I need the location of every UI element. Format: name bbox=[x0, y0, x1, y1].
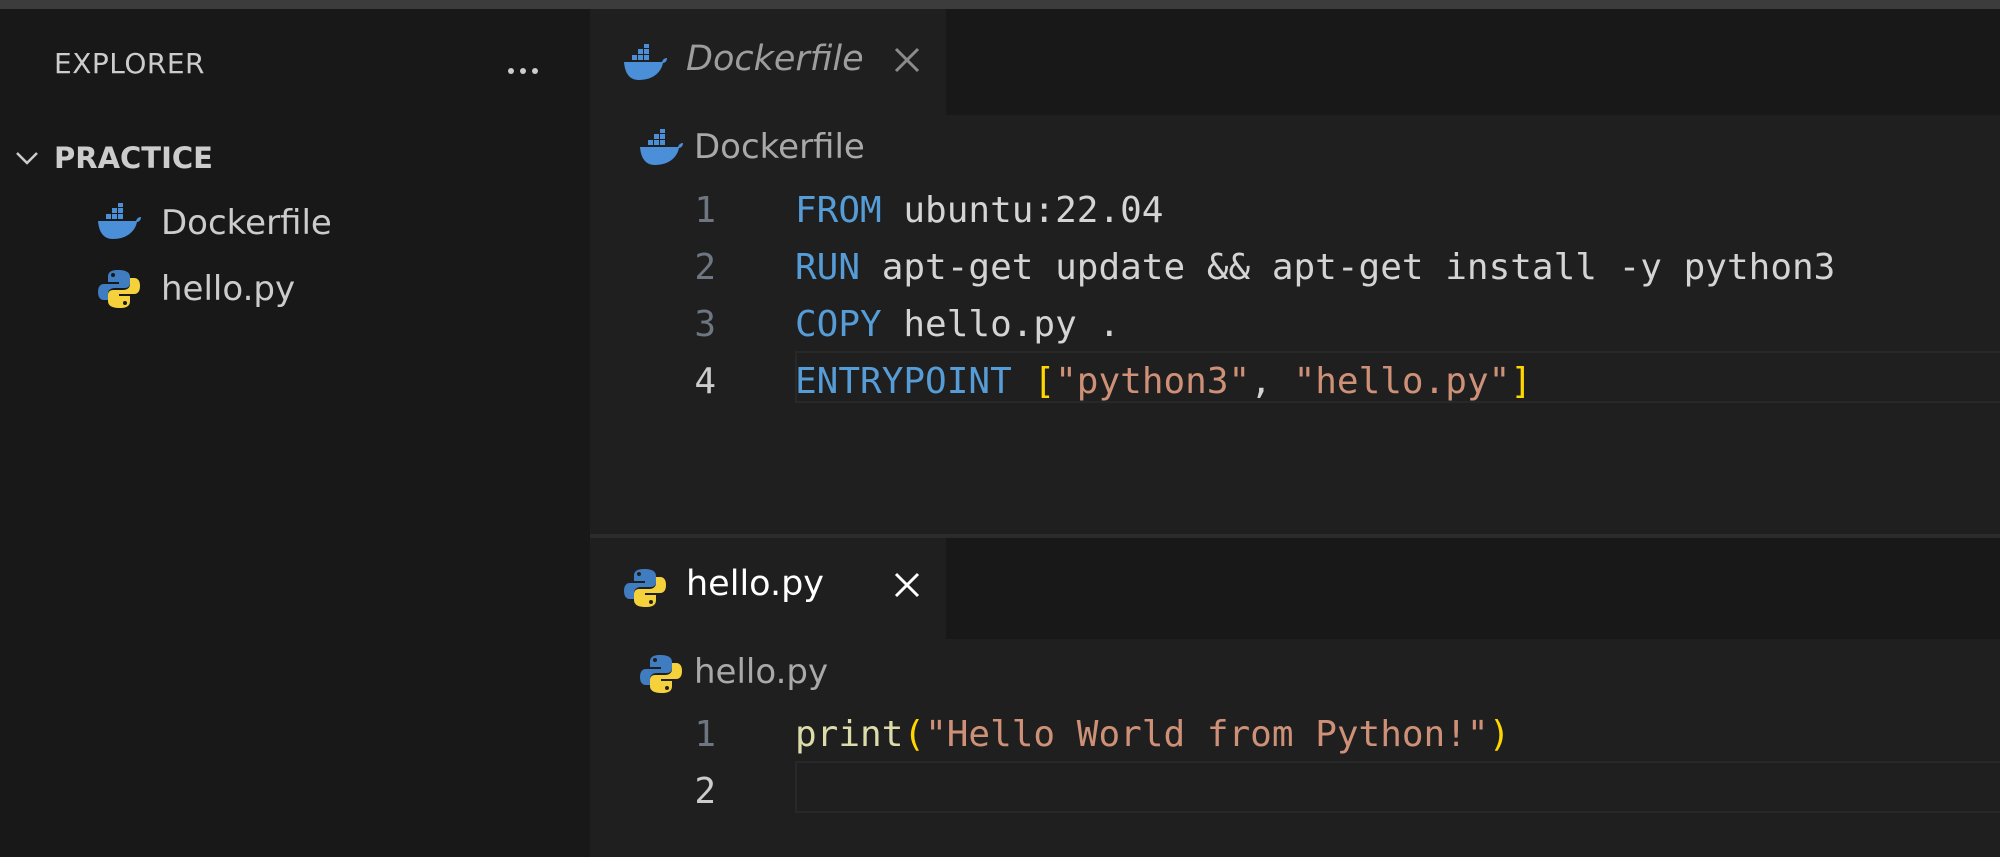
tab-label: hello.py bbox=[686, 564, 825, 604]
code-line[interactable]: 1 print("Hello World from Python!") bbox=[590, 708, 2000, 764]
python-icon bbox=[640, 655, 682, 693]
chevron-down-icon bbox=[16, 152, 38, 165]
keyword-token: COPY bbox=[795, 304, 882, 345]
string-token: "python3" bbox=[1055, 361, 1251, 402]
tab-hello-py[interactable]: hello.py bbox=[590, 538, 946, 639]
line-number: 1 bbox=[694, 714, 716, 755]
docker-icon bbox=[640, 129, 683, 165]
string-token: "Hello World from Python!" bbox=[925, 714, 1489, 755]
code-line[interactable]: 2 RUN apt-get update && apt-get install … bbox=[590, 241, 2000, 297]
keyword-token: FROM bbox=[795, 190, 882, 231]
editor-group-dockerfile: Dockerfile Dockerfile 1 FROM ubuntu:22.0… bbox=[590, 9, 2000, 536]
code-line[interactable]: 1 FROM ubuntu:22.04 bbox=[590, 184, 2000, 240]
file-label: Dockerfile bbox=[161, 203, 332, 243]
text-token: ubuntu:22.04 bbox=[881, 190, 1164, 231]
breadcrumb-label: Dockerfile bbox=[694, 127, 865, 167]
text-token: hello.py . bbox=[881, 304, 1121, 345]
code-line[interactable]: 2 bbox=[590, 765, 2000, 821]
code-line[interactable]: 3 COPY hello.py . bbox=[590, 298, 2000, 354]
keyword-token: RUN bbox=[795, 247, 861, 288]
bracket-token: ) bbox=[1488, 714, 1511, 755]
explorer-title: EXPLORER bbox=[54, 47, 205, 80]
code-line[interactable]: 4 ENTRYPOINT ["python3", "hello.py"] bbox=[590, 355, 2000, 411]
line-number: 1 bbox=[694, 190, 716, 231]
bracket-token: ( bbox=[903, 714, 926, 755]
text-token: , bbox=[1250, 361, 1294, 402]
function-token: print bbox=[795, 714, 904, 755]
bracket-token: [ bbox=[1033, 361, 1056, 402]
line-number: 2 bbox=[694, 247, 716, 288]
tab-bar: hello.py bbox=[590, 538, 2000, 639]
more-actions-icon[interactable] bbox=[498, 51, 548, 91]
breadcrumb-label: hello.py bbox=[694, 652, 829, 692]
code-text: FROM ubuntu:22.04 bbox=[795, 190, 1163, 231]
close-icon[interactable] bbox=[890, 568, 924, 602]
editor-group-hello-py: hello.py hello.py 1 print("Hello World f… bbox=[590, 538, 2000, 857]
close-icon[interactable] bbox=[890, 43, 924, 77]
python-icon bbox=[98, 270, 140, 308]
tab-bar: Dockerfile bbox=[590, 9, 2000, 115]
text-token: apt-get update && apt-get install -y pyt… bbox=[860, 247, 1836, 288]
docker-icon bbox=[98, 203, 141, 239]
keyword-token: ENTRYPOINT bbox=[795, 361, 1012, 402]
file-item-hello-py[interactable]: hello.py bbox=[0, 259, 590, 319]
title-bar bbox=[0, 0, 2000, 9]
docker-icon bbox=[624, 44, 667, 80]
python-icon bbox=[624, 569, 666, 607]
code-text: COPY hello.py . bbox=[795, 304, 1120, 345]
file-item-dockerfile[interactable]: Dockerfile bbox=[0, 193, 590, 253]
line-number: 2 bbox=[694, 771, 716, 812]
folder-label: PRACTICE bbox=[54, 141, 213, 175]
code-text: print("Hello World from Python!") bbox=[795, 714, 1510, 755]
folder-practice[interactable]: PRACTICE bbox=[0, 137, 590, 181]
line-number: 3 bbox=[694, 304, 716, 345]
bracket-token: ] bbox=[1510, 361, 1532, 402]
tab-label: Dockerfile bbox=[686, 39, 864, 79]
explorer-sidebar: EXPLORER PRACTICE Dockerfile hello.py bbox=[0, 9, 590, 857]
line-number: 4 bbox=[694, 361, 716, 402]
tab-dockerfile[interactable]: Dockerfile bbox=[590, 9, 946, 115]
code-text: RUN apt-get update && apt-get install -y… bbox=[795, 247, 1835, 288]
string-token: "hello.py" bbox=[1293, 361, 1511, 402]
code-text: ENTRYPOINT ["python3", "hello.py"] bbox=[795, 361, 1532, 402]
file-label: hello.py bbox=[161, 269, 296, 309]
